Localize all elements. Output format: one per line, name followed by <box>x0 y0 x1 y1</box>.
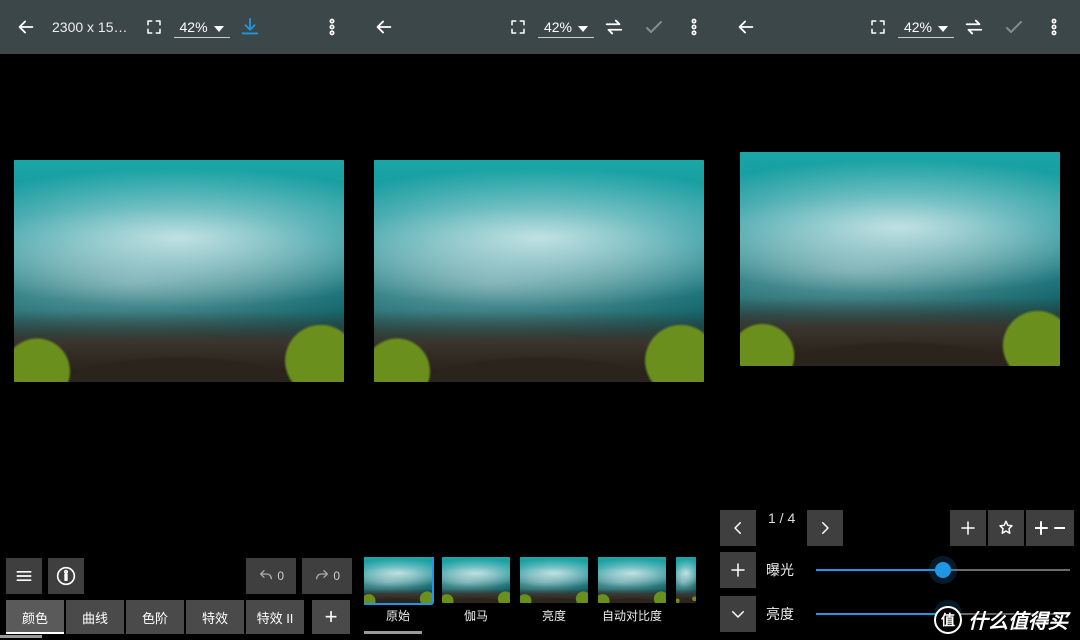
next-button[interactable] <box>807 510 843 546</box>
watermark: 值 什么值得买 <box>934 605 1068 634</box>
toolbar-panel-0: 2300 x 15… 42% <box>0 0 358 54</box>
preset-brightness[interactable]: 亮度 <box>520 557 588 624</box>
fullscreen-icon[interactable] <box>498 7 538 47</box>
tab-effects[interactable]: 特效 <box>186 600 244 634</box>
undo-button[interactable]: 0 <box>246 558 296 594</box>
image-dimensions: 2300 x 15… <box>46 19 134 35</box>
more-icon[interactable] <box>674 7 714 47</box>
swap-icon[interactable] <box>954 7 994 47</box>
tab-effects2[interactable]: 特效 II <box>246 600 304 634</box>
menu-button[interactable] <box>6 558 42 594</box>
preset-gamma[interactable]: 伽马 <box>442 557 510 624</box>
main-image <box>374 160 704 382</box>
main-image <box>740 152 1060 366</box>
toolbar-panel-2: 42% <box>720 0 1080 54</box>
main-image <box>14 160 344 382</box>
more-icon[interactable] <box>312 7 352 47</box>
fullscreen-icon[interactable] <box>858 7 898 47</box>
zoom-dropdown[interactable]: 42% <box>174 17 230 38</box>
apply-icon[interactable] <box>634 7 674 47</box>
tab-color[interactable]: 颜色 <box>6 600 64 634</box>
tool-tabs: 颜色 曲线 色阶 特效 特效 II + <box>6 600 350 634</box>
tab-levels[interactable]: 色阶 <box>126 600 184 634</box>
preset-strip[interactable]: 原始 伽马 亮度 自动对比度 <box>364 557 714 624</box>
add-adjustment-button[interactable] <box>720 552 756 588</box>
zoom-dropdown[interactable]: 42% <box>538 17 594 38</box>
zoom-dropdown[interactable]: 42% <box>898 17 954 38</box>
preset-more[interactable] <box>676 557 696 624</box>
slider-label-exposure: 曝光 <box>766 560 806 580</box>
plus-minus-button[interactable] <box>1026 510 1074 546</box>
page-counter: 1 / 4 <box>758 510 805 546</box>
preset-original[interactable]: 原始 <box>364 557 432 624</box>
preset-autocontrast[interactable]: 自动对比度 <box>598 557 666 624</box>
star-button[interactable] <box>988 510 1024 546</box>
image-canvas[interactable] <box>720 54 1080 464</box>
image-canvas[interactable] <box>358 54 720 488</box>
tab-curves[interactable]: 曲线 <box>66 600 124 634</box>
slider-label-brightness: 亮度 <box>766 604 806 624</box>
apply-icon[interactable] <box>994 7 1034 47</box>
image-canvas[interactable] <box>0 54 358 488</box>
swap-icon[interactable] <box>594 7 634 47</box>
more-icon[interactable] <box>1034 7 1074 47</box>
prev-button[interactable] <box>720 510 756 546</box>
fullscreen-icon[interactable] <box>134 7 174 47</box>
collapse-button[interactable] <box>720 596 756 632</box>
toolbar-panel-1: 42% <box>358 0 720 54</box>
back-button[interactable] <box>726 7 766 47</box>
exposure-slider[interactable] <box>816 560 1070 580</box>
back-button[interactable] <box>364 7 404 47</box>
back-button[interactable] <box>6 7 46 47</box>
download-icon[interactable] <box>230 7 270 47</box>
add-tab-button[interactable]: + <box>312 600 350 634</box>
add-button[interactable] <box>950 510 986 546</box>
info-button[interactable] <box>48 558 84 594</box>
redo-button[interactable]: 0 <box>302 558 352 594</box>
